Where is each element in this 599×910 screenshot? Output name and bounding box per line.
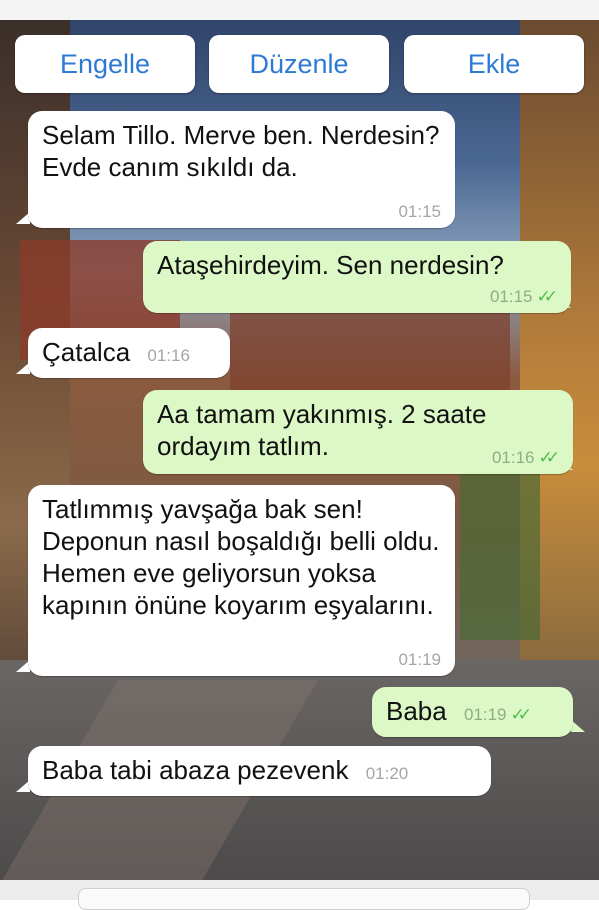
add-contact-button[interactable]: Ekle: [404, 35, 584, 93]
message-time: 01:15: [489, 287, 533, 306]
message-text: Tatlımmış yavşağa bak sen! Deponun nasıl…: [42, 494, 440, 620]
block-button[interactable]: Engelle: [15, 35, 195, 93]
message-time: 01:20: [365, 764, 409, 783]
message-text: Ataşehirdeyim. Sen nerdesin?: [157, 250, 504, 280]
double-check-icon: ✓✓: [538, 448, 560, 467]
message-time: 01:16: [147, 346, 190, 365]
message-bubble-incoming[interactable]: Baba tabi abaza pezevenk 01:20: [28, 746, 491, 796]
message-bubble-outgoing[interactable]: Ataşehirdeyim. Sen nerdesin? 01:15 ✓✓: [143, 241, 571, 313]
message-text: Baba: [386, 696, 447, 726]
message-text: Selam Tillo. Merve ben. Nerdesin? Evde c…: [42, 120, 440, 182]
message-bubble-outgoing[interactable]: Aa tamam yakınmış. 2 saate ordayım tatlı…: [143, 390, 573, 474]
bubble-tail: [571, 720, 585, 732]
message-bubble-incoming[interactable]: Selam Tillo. Merve ben. Nerdesin? Evde c…: [28, 111, 455, 228]
message-bubble-outgoing[interactable]: Baba 01:19 ✓✓: [372, 687, 573, 737]
double-check-icon: ✓✓: [536, 287, 558, 306]
message-meta: 01:19 ✓✓: [463, 705, 532, 725]
message-bubble-incoming[interactable]: Tatlımmış yavşağa bak sen! Deponun nasıl…: [28, 485, 455, 676]
status-bar: [0, 0, 599, 20]
message-meta: 01:16 ✓✓: [491, 448, 560, 468]
message-input[interactable]: [78, 888, 530, 910]
message-time: 01:15: [398, 202, 441, 221]
message-meta: 01:15 ✓✓: [489, 287, 558, 307]
message-time: 01:19: [398, 650, 441, 669]
message-text: Aa tamam yakınmış. 2 saate ordayım tatlı…: [157, 399, 487, 461]
message-time: 01:16: [491, 448, 535, 467]
message-text: Çatalca: [42, 337, 131, 367]
message-text: Baba tabi abaza pezevenk: [42, 755, 349, 785]
double-check-icon: ✓✓: [510, 705, 532, 724]
edit-button[interactable]: Düzenle: [209, 35, 389, 93]
message-bubble-incoming[interactable]: Çatalca 01:16: [28, 328, 230, 378]
message-time: 01:19: [463, 705, 507, 724]
